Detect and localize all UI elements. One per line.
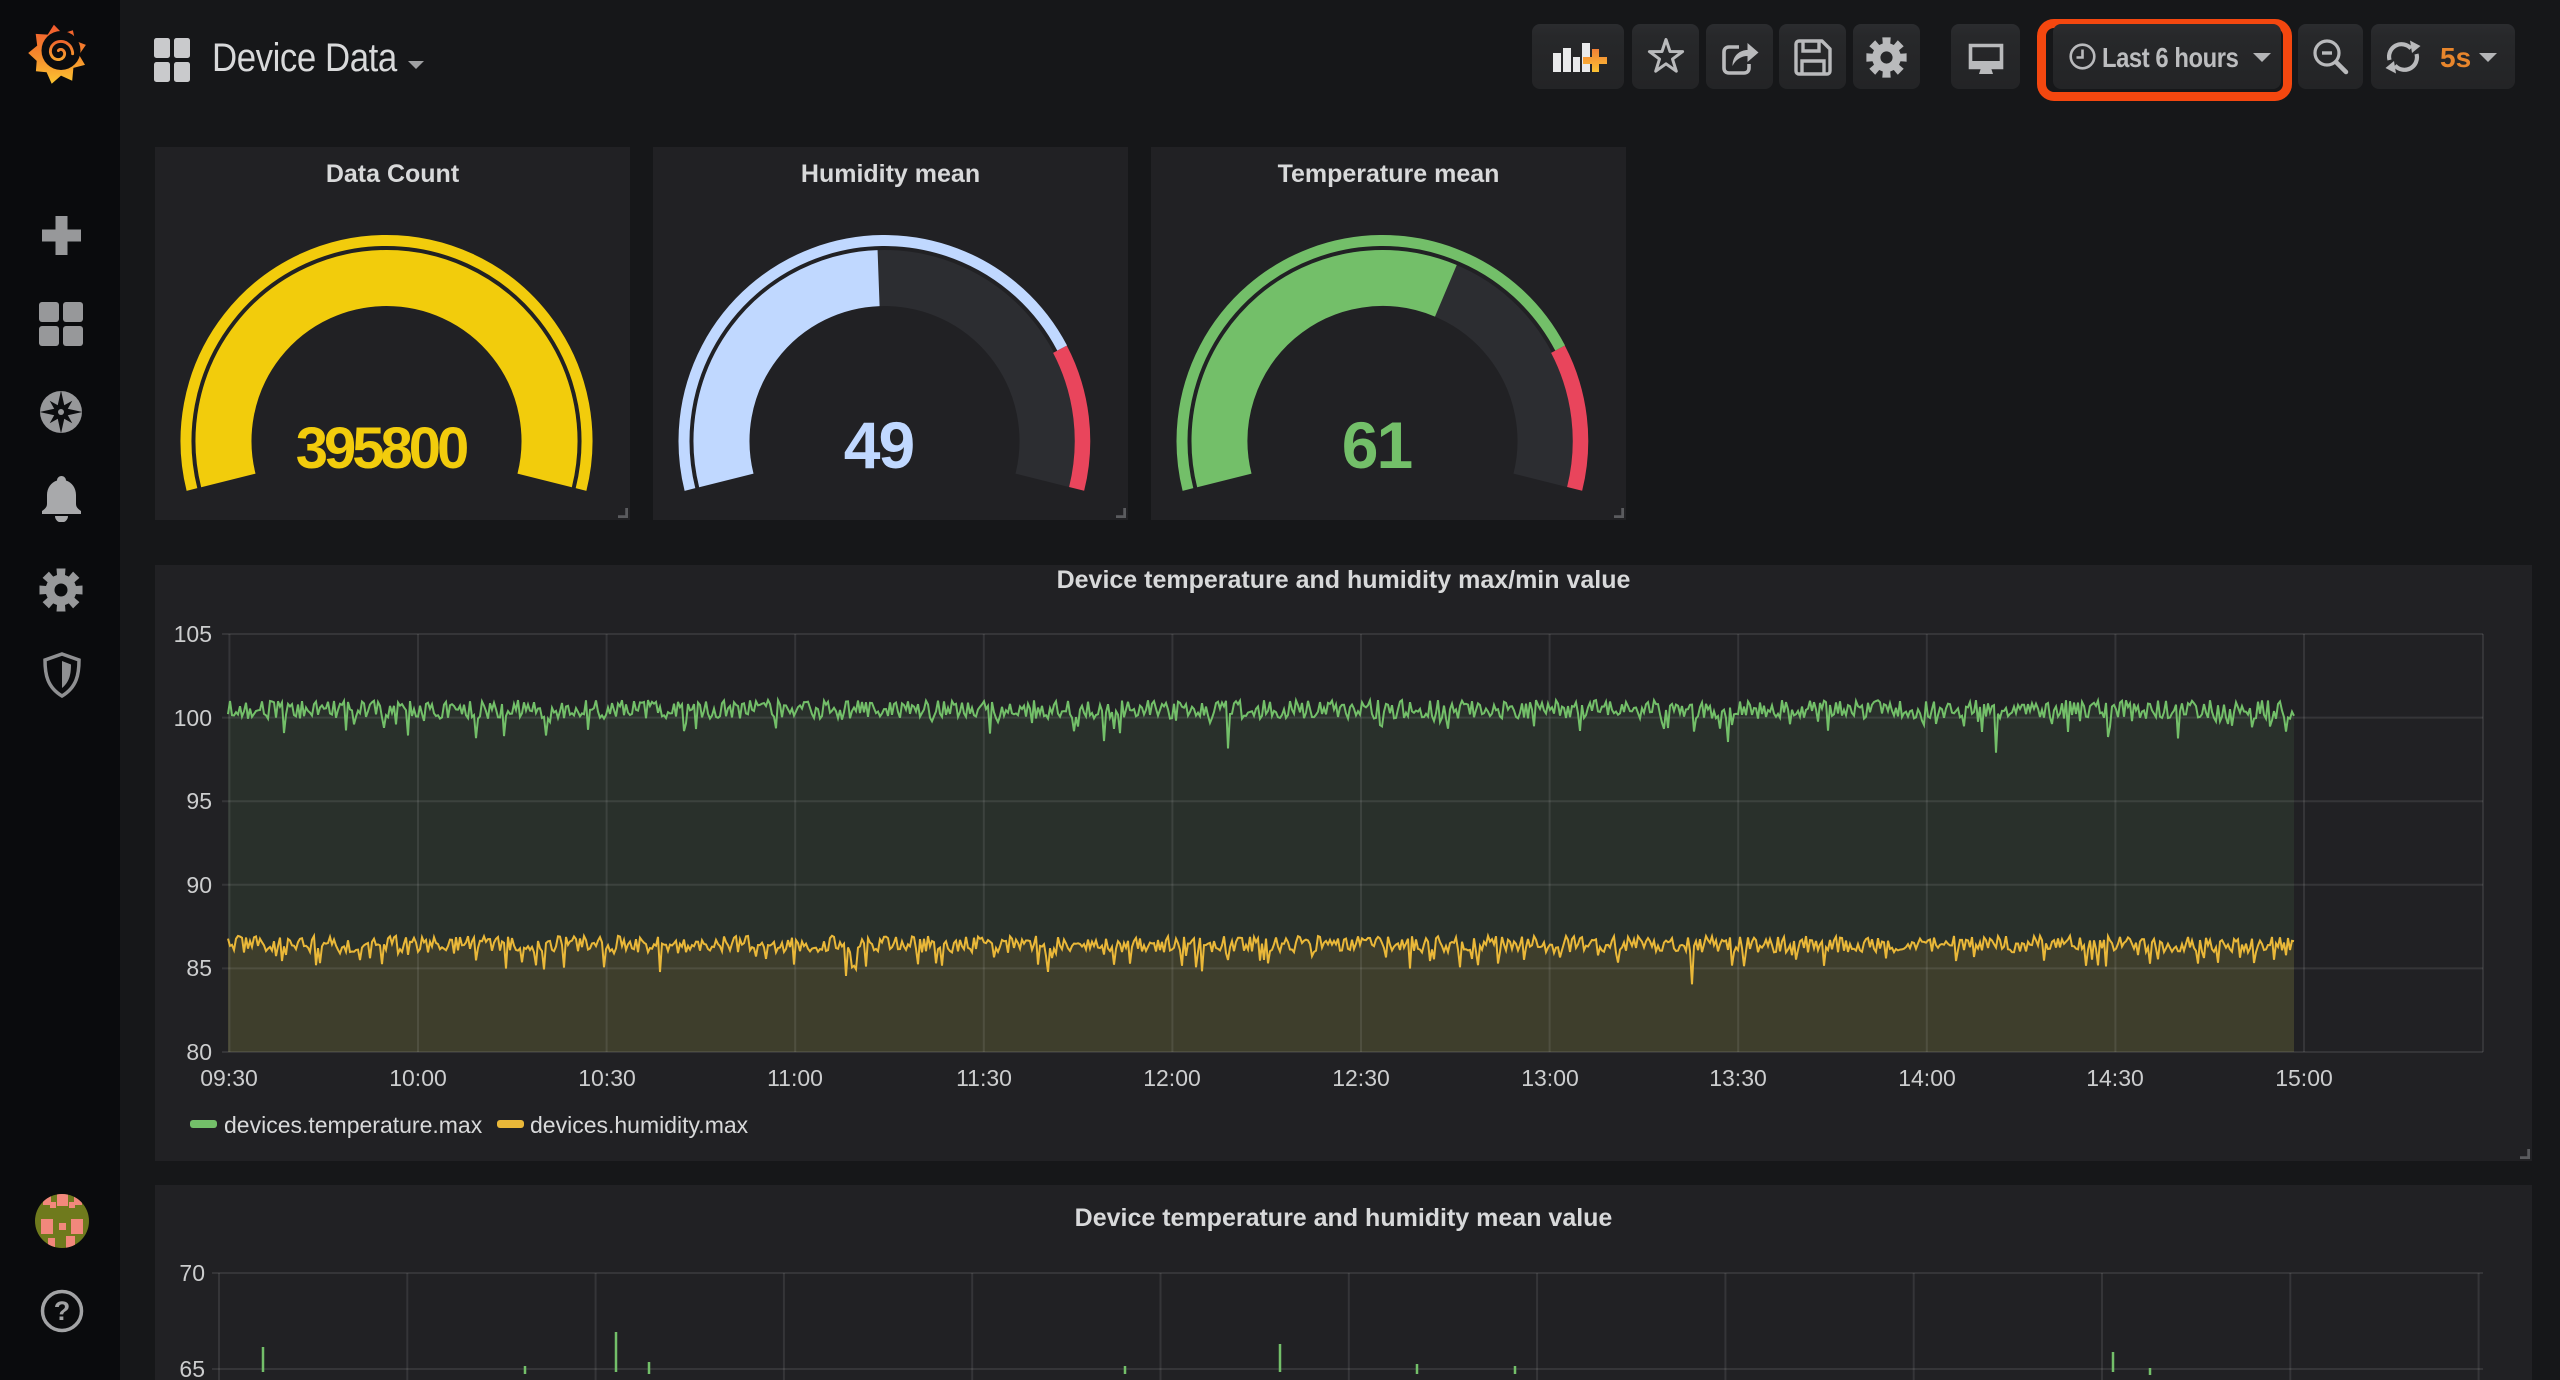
svg-text:65: 65 [179, 1356, 205, 1380]
svg-text:11:00: 11:00 [767, 1065, 823, 1091]
svg-text:90: 90 [186, 872, 212, 898]
svg-text:?: ? [54, 1296, 71, 1326]
svg-text:12:30: 12:30 [1332, 1065, 1390, 1091]
svg-text:85: 85 [186, 955, 212, 981]
svg-text:105: 105 [174, 621, 212, 647]
svg-text:95: 95 [186, 788, 212, 814]
svg-text:10:00: 10:00 [389, 1065, 447, 1091]
svg-text:80: 80 [186, 1039, 212, 1065]
svg-text:395800: 395800 [296, 416, 467, 481]
svg-text:09:30: 09:30 [200, 1065, 258, 1091]
svg-text:14:00: 14:00 [1898, 1065, 1956, 1091]
svg-text:61: 61 [1342, 408, 1412, 482]
svg-text:15:00: 15:00 [2275, 1065, 2333, 1091]
svg-text:devices.humidity.max: devices.humidity.max [530, 1112, 749, 1138]
svg-text:14:30: 14:30 [2086, 1065, 2144, 1091]
svg-text:10:30: 10:30 [578, 1065, 636, 1091]
svg-text:13:00: 13:00 [1521, 1065, 1579, 1091]
svg-text:11:30: 11:30 [956, 1065, 1012, 1091]
svg-text:70: 70 [179, 1260, 205, 1286]
svg-text:13:30: 13:30 [1709, 1065, 1767, 1091]
svg-text:devices.temperature.max: devices.temperature.max [224, 1112, 483, 1138]
svg-text:49: 49 [844, 408, 914, 482]
svg-text:12:00: 12:00 [1143, 1065, 1201, 1091]
svg-text:100: 100 [174, 705, 212, 731]
